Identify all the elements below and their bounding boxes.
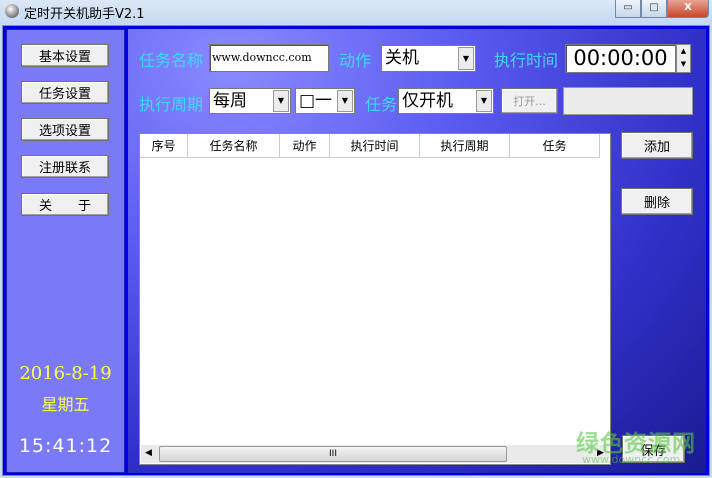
- cycle-select[interactable]: 每周 ▼: [209, 88, 291, 114]
- task-name-label: 任务名称: [139, 51, 204, 70]
- action-value: 关机: [385, 48, 419, 68]
- task-value: 仅开机: [402, 91, 453, 111]
- date-display: 2016-8-19: [19, 363, 112, 384]
- chevron-down-icon[interactable]: ▼: [337, 90, 353, 112]
- task-select[interactable]: 仅开机 ▼: [398, 88, 494, 114]
- chevron-down-icon[interactable]: ▼: [458, 47, 474, 70]
- task-settings-button[interactable]: 任务设置: [21, 81, 109, 104]
- column-header-action[interactable]: 动作: [280, 134, 330, 158]
- scroll-left-icon[interactable]: ◀: [145, 448, 152, 458]
- action-select[interactable]: 关机 ▼: [381, 45, 476, 72]
- column-header-task[interactable]: 任务: [510, 134, 600, 158]
- about-button[interactable]: 关 于: [21, 193, 109, 216]
- column-header-cycle[interactable]: 执行周期: [420, 134, 510, 158]
- exec-time-input[interactable]: 00:00:00: [565, 44, 676, 73]
- add-button[interactable]: 添加: [621, 132, 693, 159]
- action-label: 动作: [339, 51, 372, 70]
- close-button[interactable]: X: [667, 0, 709, 18]
- chevron-down-icon[interactable]: ▼: [273, 90, 289, 112]
- horizontal-scrollbar[interactable]: ◀ III ▶: [141, 445, 609, 463]
- task-table[interactable]: 序号 任务名称 动作 执行时间 执行周期 任务 ◀ III ▶: [139, 133, 611, 465]
- delete-button[interactable]: 删除: [621, 188, 693, 215]
- basic-settings-button[interactable]: 基本设置: [21, 44, 109, 67]
- maximize-button[interactable]: □: [641, 0, 667, 18]
- column-header-task-name[interactable]: 任务名称: [188, 134, 280, 158]
- cycle-label: 执行周期: [139, 95, 204, 114]
- task-label: 任务: [365, 95, 398, 114]
- up-arrow-icon[interactable]: ▲: [677, 45, 690, 58]
- down-arrow-icon[interactable]: ▼: [677, 58, 690, 71]
- chevron-down-icon[interactable]: ▼: [476, 90, 492, 112]
- open-path-field: [563, 87, 693, 115]
- time-spinner[interactable]: ▲ ▼: [676, 44, 691, 73]
- minimize-button[interactable]: ▭: [615, 0, 641, 18]
- options-settings-button[interactable]: 选项设置: [21, 118, 109, 141]
- app-icon: [5, 4, 19, 18]
- scroll-thumb[interactable]: III: [159, 446, 507, 462]
- watermark-url: www.downcc.com: [582, 453, 681, 466]
- exec-time-label: 执行时间: [494, 51, 559, 70]
- window-title: 定时开关机助手V2.1: [24, 7, 145, 22]
- day-select[interactable]: □一 ▼: [295, 88, 355, 114]
- clock-display: 15:41:12: [18, 435, 113, 457]
- column-header-index[interactable]: 序号: [140, 134, 188, 158]
- weekday-display: 星期五: [41, 395, 90, 414]
- open-button[interactable]: 打开...: [501, 88, 558, 114]
- task-name-input[interactable]: www.downcc.com: [209, 44, 329, 72]
- column-header-exec-time[interactable]: 执行时间: [330, 134, 420, 158]
- register-contact-button[interactable]: 注册联系: [21, 155, 109, 178]
- cycle-value: 每周: [213, 91, 247, 111]
- day-value: □一: [299, 91, 333, 111]
